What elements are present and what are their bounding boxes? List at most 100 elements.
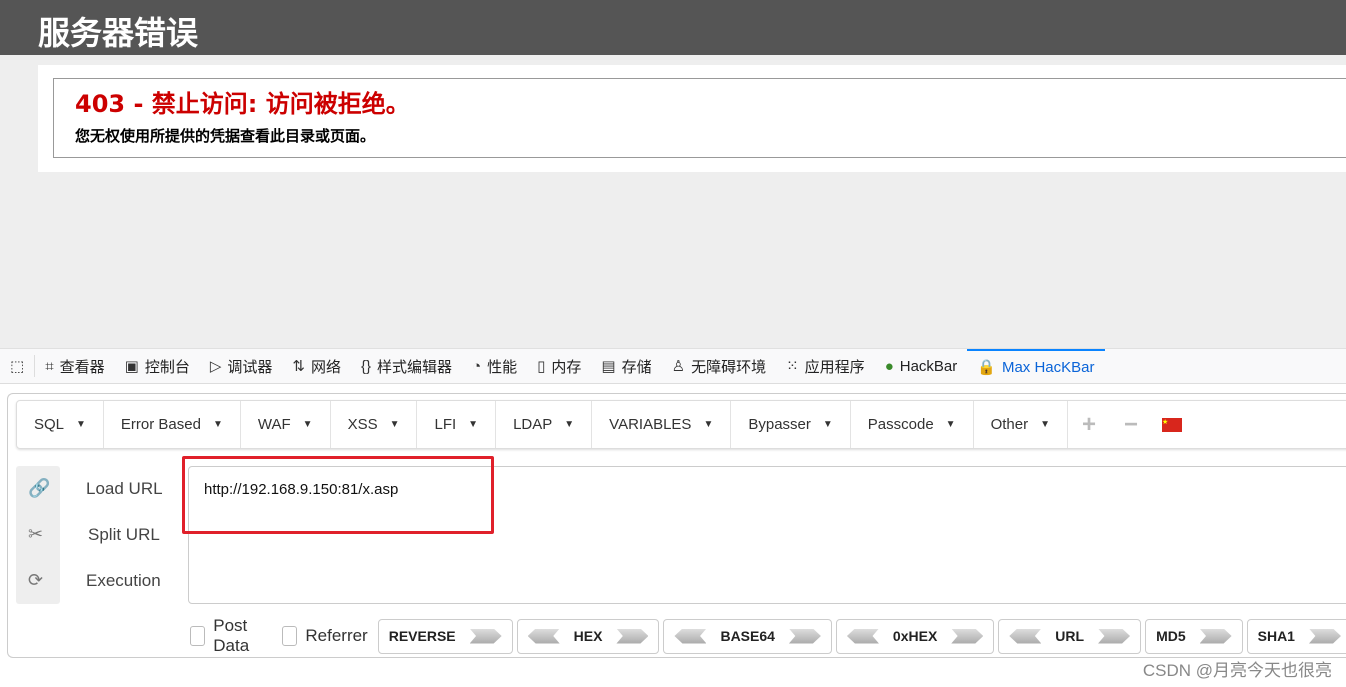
menu-label: SQL <box>34 416 65 433</box>
caret-down-icon: ▼ <box>822 419 833 430</box>
devtools-toolbar: ⬚ ⌗ 查看器 ▣ 控制台 ▷ 调试器 ⇅ 网络 {} 样式编辑器 ◔ 性能 ▯ 内存 ▤ 存储 ♙ 无障碍环境 ⁙… <box>0 348 1346 384</box>
devtools-tab[interactable]: ◔ 性能 <box>462 349 527 383</box>
menu-label: Passcode <box>867 416 934 433</box>
tab-label: 控制台 <box>144 358 190 376</box>
devtools-tab[interactable]: ▣ 控制台 <box>115 349 200 383</box>
hackbar-menu: SQL ▼ Error Based ▼ WAF ▼ XSS ▼ LFI ▼ LDAP ▼ VARIABL… <box>16 400 1346 449</box>
encoder-label: HEX <box>573 628 603 644</box>
devtools-tab[interactable]: ⁙ 应用程序 <box>776 349 875 383</box>
menu-dropdown[interactable]: VARIABLES ▼ <box>592 401 732 448</box>
encoder-button[interactable]: MD5 <box>1145 618 1243 654</box>
accessibility-icon: ♙ <box>671 358 686 375</box>
arrow-right-icon <box>1308 628 1341 644</box>
tab-label: 调试器 <box>227 358 273 376</box>
split-url-button[interactable]: Split URL <box>88 525 160 545</box>
arrow-right-icon <box>1199 628 1232 644</box>
console-icon: ▣ <box>124 358 139 375</box>
remove-icon[interactable]: − <box>1110 411 1152 439</box>
menu-label: XSS <box>347 416 378 433</box>
caret-down-icon: ▼ <box>1040 419 1050 430</box>
element-picker[interactable]: ⬚ <box>0 355 36 377</box>
devtools-tab[interactable]: 🔒 Max HacKBar <box>967 349 1105 383</box>
caret-down-icon: ▼ <box>564 419 575 430</box>
menu-dropdown[interactable]: WAF ▼ <box>241 401 331 448</box>
options-row: Post Data Referrer REVERSE HEX BASE64 0xHEX… <box>190 616 1346 656</box>
devtools-tab[interactable]: ▷ 调试器 <box>200 349 283 383</box>
menu-dropdown[interactable]: Other ▼ <box>974 401 1068 448</box>
devtools-tab[interactable]: ▯ 内存 <box>527 349 591 383</box>
arrow-left-icon <box>674 628 707 644</box>
performance-icon: ◔ <box>472 357 482 375</box>
application-icon: ⁙ <box>786 358 799 375</box>
hackbar-icon: ● <box>884 357 894 375</box>
caret-down-icon: ▼ <box>302 419 313 430</box>
arrow-left-icon <box>527 628 560 644</box>
arrow-right-icon <box>951 628 984 644</box>
action-icons: 🔗 ✂ ⟳ <box>16 466 60 604</box>
tab-label: 查看器 <box>59 358 105 376</box>
error-message: 您无权使用所提供的凭据查看此目录或页面。 <box>75 127 376 145</box>
devtools-tab[interactable]: ● HackBar <box>875 349 968 383</box>
devtools-tab[interactable]: ⇅ 网络 <box>282 349 351 383</box>
referrer-checkbox[interactable] <box>282 626 298 646</box>
page-body: 403 - 禁止访问: 访问被拒绝。 您无权使用所提供的凭据查看此目录或页面。 <box>0 55 1346 348</box>
arrow-right-icon <box>788 628 821 644</box>
menu-label: Error Based <box>120 416 201 433</box>
debugger-icon: ▷ <box>209 358 222 375</box>
arrow-left-icon <box>1009 628 1042 644</box>
encoder-label: SHA1 <box>1257 628 1295 644</box>
menu-dropdown[interactable]: LFI ▼ <box>417 401 497 448</box>
encoder-button[interactable]: REVERSE <box>377 618 513 654</box>
encoder-button[interactable]: 0xHEX <box>835 618 995 654</box>
devtools-tab[interactable]: {} 样式编辑器 <box>351 349 462 383</box>
devtools-tab[interactable]: ▤ 存储 <box>591 349 661 383</box>
encoder-button[interactable]: BASE64 <box>663 618 832 654</box>
menu-dropdown[interactable]: SQL ▼ <box>17 401 104 448</box>
post-data-checkbox[interactable] <box>190 626 206 646</box>
menu-label: VARIABLES <box>609 416 692 433</box>
menu-dropdown[interactable]: XSS ▼ <box>331 401 418 448</box>
menu-dropdown[interactable]: Bypasser ▼ <box>731 401 851 448</box>
tab-label: 性能 <box>487 358 518 376</box>
menu-label: Bypasser <box>748 416 811 433</box>
china-flag-icon[interactable]: ★ <box>1162 417 1183 432</box>
encoder-label: 0xHEX <box>892 628 938 644</box>
link-icon[interactable]: 🔗 <box>28 478 50 499</box>
page-header: 服务器错误 <box>0 0 1346 55</box>
encoder-button[interactable]: HEX <box>516 618 660 654</box>
network-icon: ⇅ <box>292 358 305 375</box>
watermark: CSDN @月亮今天也很亮 <box>1142 661 1332 680</box>
cursor-pick-icon: ⬚ <box>10 358 25 375</box>
arrow-right-icon <box>469 628 502 644</box>
tab-label: 内存 <box>551 358 582 376</box>
execution-button[interactable]: Execution <box>86 571 161 591</box>
tab-label: 应用程序 <box>804 358 865 376</box>
error-box: 403 - 禁止访问: 访问被拒绝。 您无权使用所提供的凭据查看此目录或页面。 <box>53 78 1346 158</box>
post-data-label: Post Data <box>213 616 250 655</box>
arrow-right-icon <box>1098 628 1131 644</box>
highlight-annotation <box>182 456 494 534</box>
devtools-tab[interactable]: ⌗ 查看器 <box>35 349 114 383</box>
menu-dropdown[interactable]: Error Based ▼ <box>104 401 241 448</box>
encoder-label: MD5 <box>1156 628 1186 644</box>
encoder-button[interactable]: URL <box>998 618 1142 654</box>
caret-down-icon: ▼ <box>389 419 400 430</box>
menu-dropdown[interactable]: Passcode ▼ <box>851 401 974 448</box>
scissors-icon[interactable]: ✂ <box>28 524 43 545</box>
tab-label: HackBar <box>899 357 958 375</box>
encoder-button[interactable]: SHA1 <box>1246 618 1346 654</box>
encoder-label: BASE64 <box>720 628 775 644</box>
referrer-label: Referrer <box>305 626 368 645</box>
caret-down-icon: ▼ <box>945 419 956 430</box>
devtools-tab[interactable]: ♙ 无障碍环境 <box>662 349 776 383</box>
caret-down-icon: ▼ <box>76 419 86 430</box>
caret-down-icon: ▼ <box>703 419 714 430</box>
load-url-button[interactable]: Load URL <box>86 479 163 499</box>
encoder-label: REVERSE <box>388 628 456 644</box>
encoder-label: URL <box>1055 628 1085 644</box>
tab-label: Max HacKBar <box>1001 358 1095 376</box>
menu-label: WAF <box>257 416 291 433</box>
refresh-icon[interactable]: ⟳ <box>28 570 43 591</box>
menu-dropdown[interactable]: LDAP ▼ <box>496 401 593 448</box>
add-icon[interactable]: + <box>1068 411 1110 439</box>
